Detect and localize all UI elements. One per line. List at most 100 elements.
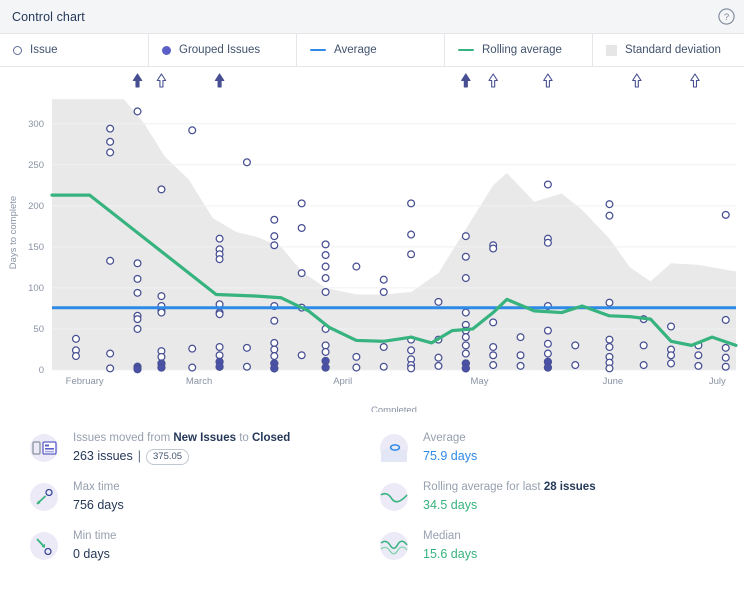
stat-text: Max time 756 days bbox=[73, 479, 124, 515]
issue-point bbox=[270, 352, 279, 361]
issue-point bbox=[461, 308, 470, 317]
issue-point bbox=[321, 251, 330, 260]
y-axis-tick: 300 bbox=[28, 119, 44, 130]
issue-point bbox=[297, 223, 306, 233]
chart-svg: 0 50 100 150 200 250 300 Days to complete Februa… bbox=[8, 73, 738, 412]
grouped-issues-dot-icon bbox=[162, 45, 171, 55]
stats-column-right: Average 75.9 days Rolling average for la… bbox=[378, 430, 738, 577]
issue-point bbox=[694, 361, 703, 370]
stat-average: Average 75.9 days bbox=[378, 430, 738, 479]
issue-point bbox=[321, 341, 330, 350]
issue-point bbox=[106, 349, 115, 358]
y-axis-tick: 50 bbox=[33, 324, 44, 335]
issue-point bbox=[242, 362, 251, 371]
issue-point bbox=[434, 353, 443, 362]
issue-point bbox=[215, 342, 224, 352]
issue-point bbox=[215, 255, 224, 264]
label-mid: to bbox=[236, 432, 252, 444]
max-time-arrow-up-icon bbox=[28, 481, 60, 513]
issue-point bbox=[270, 345, 279, 354]
issue-point bbox=[461, 252, 470, 261]
issue-point bbox=[270, 232, 279, 241]
issue-point bbox=[434, 361, 443, 370]
stat-rolling-average: Rolling average for last 28 issues 34.5 … bbox=[378, 479, 738, 528]
issue-point bbox=[407, 230, 416, 239]
x-axis-title: Completed bbox=[371, 405, 417, 412]
grouped-issue-point bbox=[543, 363, 553, 372]
average-ellipse-icon bbox=[378, 432, 410, 464]
issue-point bbox=[543, 180, 552, 189]
issue-point bbox=[270, 338, 279, 347]
y-axis-tick: 200 bbox=[28, 201, 44, 212]
stat-value: 15.6 days bbox=[423, 547, 478, 561]
label-prefix: Rolling average for last bbox=[423, 481, 544, 493]
outlier-arrow-icon bbox=[461, 73, 471, 88]
issue-point bbox=[106, 148, 115, 157]
issue-point bbox=[694, 351, 703, 360]
outlier-arrow-icon bbox=[132, 73, 143, 88]
issue-point bbox=[379, 342, 388, 352]
issue-point bbox=[605, 211, 614, 220]
issue-point bbox=[543, 349, 552, 358]
grouped-issue-point bbox=[461, 364, 470, 373]
value-separator: | bbox=[137, 449, 142, 463]
issue-point bbox=[133, 288, 142, 297]
x-axis-tick: March bbox=[186, 376, 212, 387]
legend-item-average[interactable]: Average bbox=[297, 34, 445, 66]
stat-value: 263 issues | 375.05 bbox=[73, 447, 290, 466]
issue-point bbox=[106, 256, 115, 265]
rolling-average-line-icon bbox=[458, 48, 474, 52]
issue-point bbox=[133, 274, 142, 283]
issue-ring-icon bbox=[13, 45, 22, 55]
issue-point bbox=[352, 262, 361, 271]
label-prefix: Issues moved from bbox=[73, 432, 174, 444]
issue-point bbox=[321, 347, 330, 356]
control-chart-plot[interactable]: 0 50 100 150 200 250 300 Days to complete Februa… bbox=[0, 67, 744, 412]
issue-point bbox=[461, 274, 470, 283]
stat-issues-moved: Issues moved from New Issues to Closed 2… bbox=[28, 430, 388, 479]
stat-text: Rolling average for last 28 issues 34.5 … bbox=[423, 479, 596, 515]
legend-item-grouped-issues[interactable]: Grouped Issues bbox=[149, 34, 297, 66]
issue-point bbox=[605, 335, 614, 344]
stats-column-left: Issues moved from New Issues to Closed 2… bbox=[28, 430, 388, 577]
issue-point bbox=[133, 315, 142, 324]
label-bold: 28 issues bbox=[543, 481, 596, 493]
issue-point bbox=[321, 262, 330, 271]
stat-text: Min time 0 days bbox=[73, 528, 116, 564]
legend-label: Grouped Issues bbox=[179, 44, 261, 56]
median-zigzag-icon bbox=[378, 530, 410, 562]
stat-text: Median 15.6 days bbox=[423, 528, 477, 564]
issue-point bbox=[157, 352, 166, 361]
issue-point bbox=[321, 287, 330, 297]
legend-item-standard-deviation[interactable]: Standard deviation bbox=[593, 34, 744, 66]
stat-label: Average bbox=[423, 432, 466, 444]
control-chart-panel: Control chart ? Issue Grouped Issues Ave… bbox=[0, 0, 744, 607]
status-badge[interactable]: 375.05 bbox=[146, 448, 190, 465]
stat-text: Issues moved from New Issues to Closed 2… bbox=[73, 430, 290, 466]
issue-point bbox=[352, 352, 361, 361]
stat-value: 0 days bbox=[73, 547, 110, 561]
issue-point bbox=[106, 124, 115, 133]
issue-point bbox=[605, 342, 614, 352]
issue-point bbox=[434, 297, 443, 306]
issue-point bbox=[321, 274, 330, 283]
issue-point bbox=[461, 349, 470, 358]
stat-text: Average 75.9 days bbox=[423, 430, 477, 466]
standard-deviation-box-icon bbox=[606, 44, 617, 56]
help-circle-icon[interactable]: ? bbox=[717, 7, 736, 26]
issue-point bbox=[639, 341, 648, 350]
board-transition-icon bbox=[28, 432, 60, 464]
issue-point bbox=[605, 298, 614, 307]
stat-max-time: Max time 756 days bbox=[28, 479, 388, 528]
y-axis-title: Days to complete bbox=[8, 196, 19, 269]
issue-point bbox=[352, 363, 361, 372]
chart-legend: Issue Grouped Issues Average Rolling ave… bbox=[0, 34, 744, 67]
issue-point bbox=[543, 339, 552, 348]
legend-item-issue[interactable]: Issue bbox=[0, 34, 149, 66]
issue-point bbox=[407, 346, 416, 355]
stat-value: 75.9 days bbox=[423, 449, 478, 463]
issue-point bbox=[157, 308, 166, 317]
legend-item-rolling-average[interactable]: Rolling average bbox=[445, 34, 593, 66]
issue-point bbox=[489, 361, 498, 370]
stat-value: 756 days bbox=[73, 498, 124, 512]
